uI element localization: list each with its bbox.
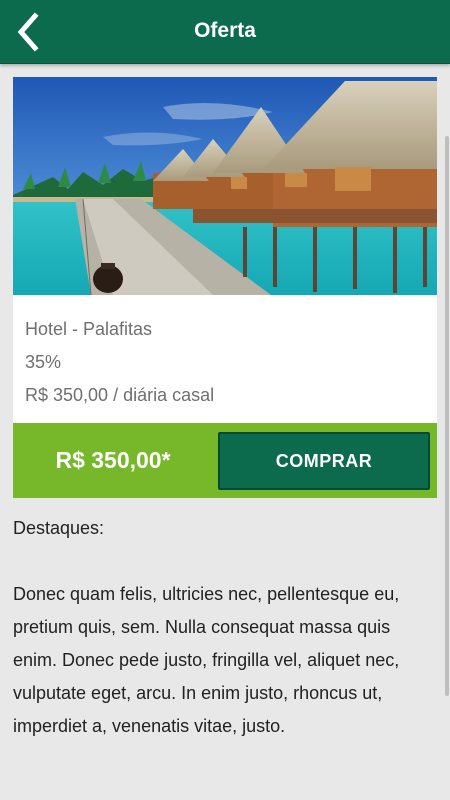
highlights-text: Donec quam felis, ultricies nec, pellent… (13, 584, 400, 736)
highlights-heading: Destaques: (13, 518, 105, 538)
scrollbar-thumb[interactable] (445, 136, 449, 696)
offer-discount: 35% (25, 352, 62, 372)
offer-card: Hotel - Palafitas 35% R$ 350,00 / diária… (13, 77, 437, 423)
scrollbar[interactable] (444, 64, 450, 800)
offer-name: Hotel - Palafitas (25, 319, 153, 339)
buy-button[interactable]: COMPRAR (218, 432, 430, 490)
offer-price: R$ 350,00* (55, 447, 171, 473)
offer-details: Destaques: Donec quam felis, ultricies n… (13, 512, 433, 743)
offer-info: Hotel - Palafitas 35% R$ 350,00 / diária… (25, 317, 425, 416)
app-header: Oferta (0, 0, 450, 64)
price-bar: R$ 350,00* COMPRAR (13, 423, 437, 498)
offer-daily-rate: R$ 350,00 / diária casal (25, 385, 215, 405)
offer-photo (13, 77, 437, 295)
page-title: Oferta (194, 19, 256, 42)
